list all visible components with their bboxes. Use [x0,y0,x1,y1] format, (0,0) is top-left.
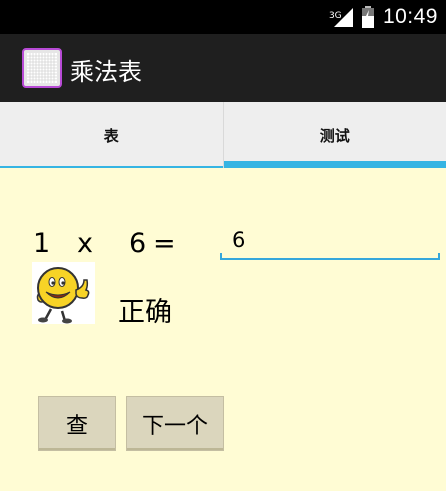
check-button[interactable]: 查 [38,396,116,451]
status-icons: 3G 10:49 [329,0,438,34]
answer-underline-right-tick [438,253,440,260]
answer-underline [220,258,440,260]
battery-icon [361,6,375,28]
tab-table-label: 表 [103,126,119,145]
tab-table-indicator [0,166,223,168]
tab-test-label: 测试 [319,126,350,145]
clock: 10:49 [382,5,438,28]
answer-field-wrapper [220,222,440,260]
smiley-thumbs-up-icon [32,262,95,324]
tab-test-selected-indicator [223,161,446,168]
answer-underline-left-tick [220,253,222,260]
signal-icon: 3G [329,6,353,28]
status-bar: 3G 10:49 [0,0,446,34]
next-button[interactable]: 下一个 [126,396,224,451]
action-bar: 乘法表 [0,34,446,102]
equals-sign: = [153,228,176,259]
result-text: 正确 [118,297,172,328]
tab-bar: 表 测试 [0,102,446,168]
multiplier: 6 [129,228,147,259]
tab-test[interactable]: 测试 [222,102,446,168]
app-grid-icon[interactable] [22,48,62,88]
operator: x [77,228,93,259]
answer-input[interactable] [220,222,440,258]
app-title: 乘法表 [70,58,142,86]
tab-table[interactable]: 表 [0,102,223,168]
multiplicand: 1 [33,228,51,259]
